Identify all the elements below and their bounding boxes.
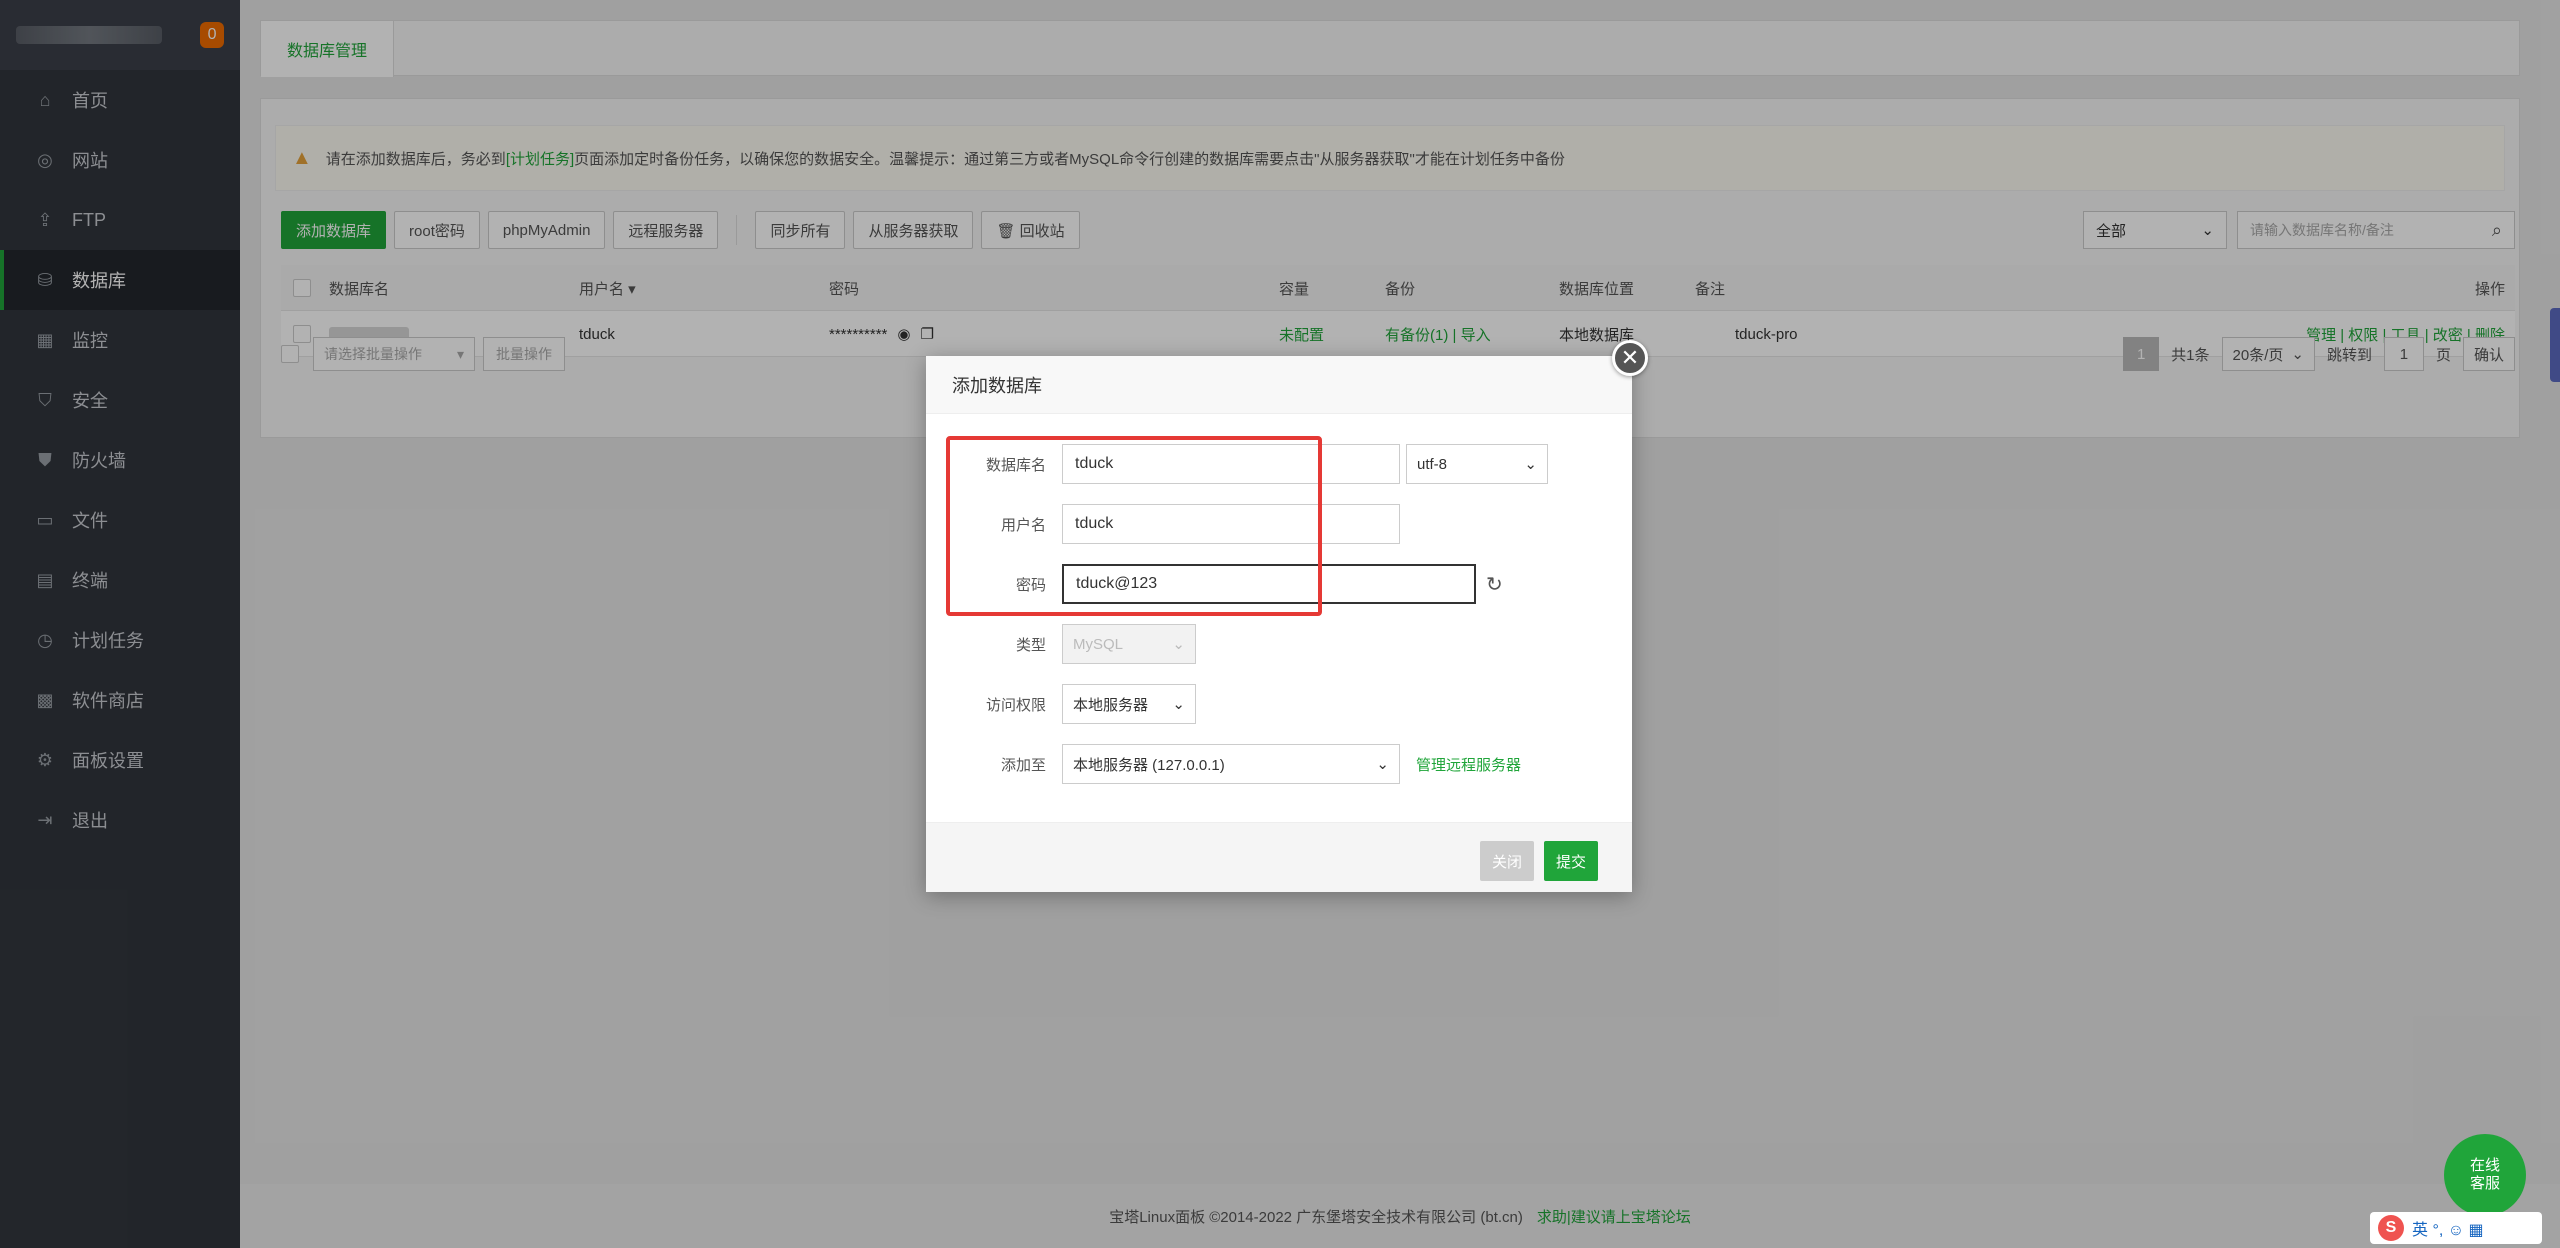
chevron-down-icon: ⌄ <box>1376 756 1389 773</box>
modal-footer: 关闭 提交 <box>926 822 1632 892</box>
close-button[interactable]: 关闭 <box>1480 841 1535 881</box>
access-label: 访问权限 <box>985 696 1046 714</box>
chevron-down-icon: ⌄ <box>1172 696 1185 713</box>
input-method-toolbar[interactable]: S 英 °, ☺ ▦ <box>2370 1212 2542 1244</box>
add-to-value: 本地服务器 (127.0.0.1) <box>1073 756 1225 774</box>
chevron-down-icon: ⌄ <box>1524 456 1537 473</box>
charset-value: utf-8 <box>1417 455 1448 473</box>
charset-select[interactable]: utf-8 ⌄ <box>1406 444 1548 484</box>
type-label: 类型 <box>1015 636 1046 654</box>
red-highlight-box <box>946 436 1322 616</box>
online-support-button[interactable]: 在线 客服 <box>2444 1134 2526 1216</box>
access-select[interactable]: 本地服务器 ⌄ <box>1062 684 1196 724</box>
add-to-select[interactable]: 本地服务器 (127.0.0.1) ⌄ <box>1062 744 1400 784</box>
type-row: 类型 MySQL ⌄ <box>926 624 1632 664</box>
manage-remote-link[interactable]: 管理远程服务器 <box>1416 754 1521 775</box>
access-value: 本地服务器 <box>1073 696 1149 714</box>
submit-button[interactable]: 提交 <box>1544 841 1599 881</box>
chevron-down-icon: ⌄ <box>1172 636 1185 653</box>
sogou-logo-icon: S <box>2378 1215 2404 1241</box>
close-icon[interactable]: ✕ <box>1612 340 1648 376</box>
type-select: MySQL ⌄ <box>1062 624 1196 664</box>
type-value: MySQL <box>1073 635 1124 653</box>
add-to-row: 添加至 本地服务器 (127.0.0.1) ⌄ 管理远程服务器 <box>926 744 1632 784</box>
modal-title: 添加数据库 <box>926 356 1632 414</box>
refresh-icon[interactable]: ↻ <box>1486 572 1503 597</box>
ime-status: 英 °, ☺ ▦ <box>2412 1222 2484 1239</box>
access-row: 访问权限 本地服务器 ⌄ <box>926 684 1632 724</box>
add-to-label: 添加至 <box>1000 756 1046 774</box>
